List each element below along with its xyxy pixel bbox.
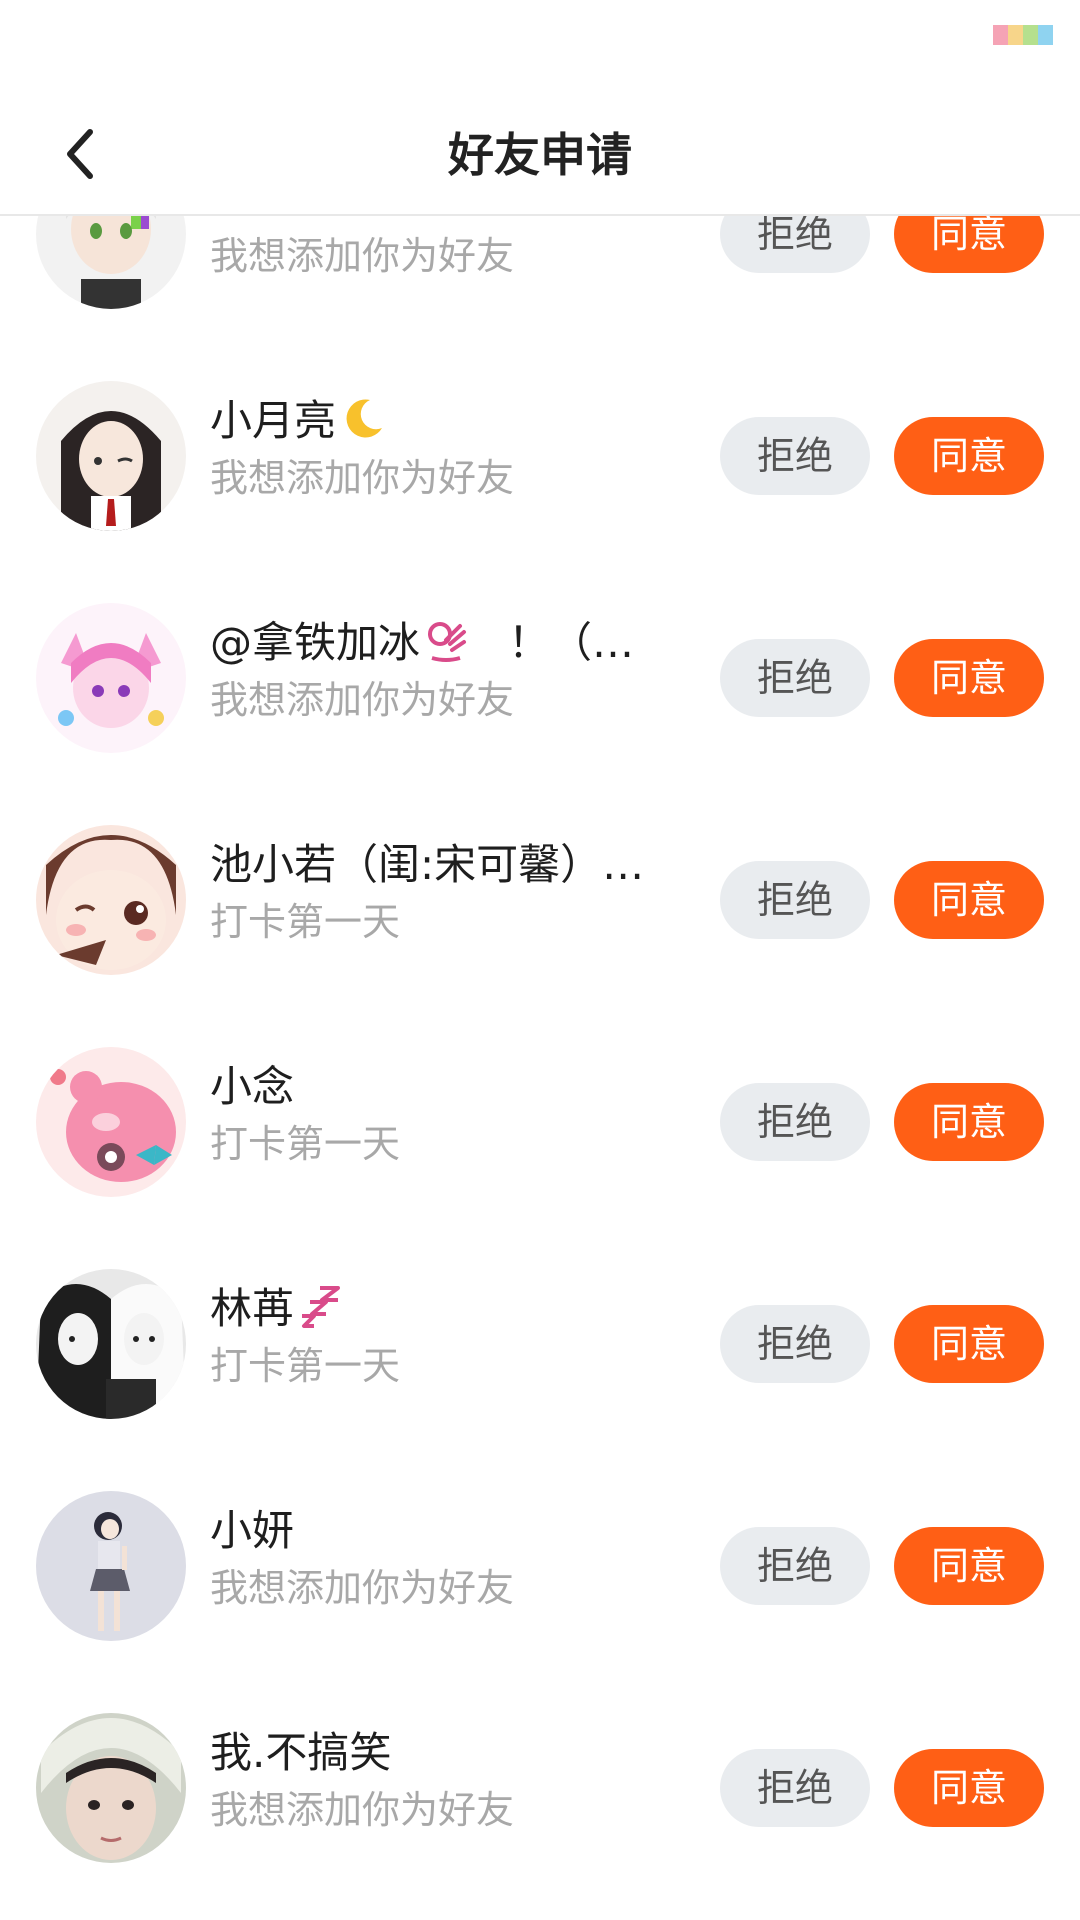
request-name: 池小若（闺:宋可馨）… (210, 840, 645, 889)
list-item: 林苒 打卡第一天 拒绝 同意 (0, 1233, 1080, 1455)
reject-button[interactable]: 拒绝 (720, 861, 870, 939)
request-message: 我想添加你为好友 (210, 1566, 515, 1610)
accept-button[interactable]: 同意 (894, 1083, 1044, 1161)
reject-button[interactable]: 拒绝 (720, 639, 870, 717)
reject-button[interactable]: 拒绝 (720, 1305, 870, 1383)
list-item: 小妍 我想添加你为好友 拒绝 同意 (0, 1455, 1080, 1677)
zzz-icon (298, 1284, 344, 1340)
request-message: 打卡第一天 (210, 1344, 401, 1388)
accept-button[interactable]: 同意 (894, 417, 1044, 495)
request-name: 小月亮 (210, 387, 680, 452)
request-name: 小妍 (210, 1506, 295, 1555)
header: 好友申请 (0, 96, 1080, 216)
avatar[interactable] (36, 1269, 186, 1419)
reject-button[interactable]: 拒绝 (720, 1527, 870, 1605)
list-item: 我.不搞笑 我想添加你为好友 拒绝 同意 (0, 1677, 1080, 1899)
list-item: @拿铁加冰 ！（… 我想添加你为好友 拒绝 同意 (0, 567, 1080, 789)
list-item: 小念 打卡第一天 拒绝 同意 (0, 1011, 1080, 1233)
request-message: 我想添加你为好友 (210, 1788, 515, 1832)
request-message: 我想添加你为好友 (210, 678, 515, 722)
accept-button[interactable]: 同意 (894, 639, 1044, 717)
avatar[interactable] (36, 1047, 186, 1197)
avatar[interactable] (36, 1491, 186, 1641)
list-item: 小月亮 我想添加你为好友 拒绝 同意 (0, 345, 1080, 567)
reject-button[interactable]: 拒绝 (720, 1749, 870, 1827)
avatar[interactable] (36, 825, 186, 975)
request-message: 打卡第一天 (210, 1122, 401, 1166)
avatar[interactable] (36, 381, 186, 531)
request-name: @拿铁加冰 ！（… (210, 609, 680, 674)
page-title: 好友申请 (448, 128, 632, 182)
request-name: 林苒 (210, 1275, 680, 1340)
accept-button[interactable]: 同意 (894, 861, 1044, 939)
request-message: 打卡第一天 (210, 900, 401, 944)
avatar[interactable] (36, 1713, 186, 1863)
avatar[interactable] (36, 603, 186, 753)
friend-request-list: 我想添加你为好友 拒绝 同意 小月亮 我想添加你为好友 拒绝 同意 @拿铁加冰 … (0, 0, 1080, 1920)
accept-button[interactable]: 同意 (894, 1749, 1044, 1827)
list-item: 池小若（闺:宋可馨）… 打卡第一天 拒绝 同意 (0, 789, 1080, 1011)
ok-hand-icon (424, 618, 468, 674)
crescent-moon-icon (340, 396, 386, 452)
request-name: 小念 (210, 1062, 295, 1111)
request-message: 我想添加你为好友 (210, 456, 515, 500)
request-message: 我想添加你为好友 (210, 234, 515, 278)
reject-button[interactable]: 拒绝 (720, 417, 870, 495)
reject-button[interactable]: 拒绝 (720, 1083, 870, 1161)
accept-button[interactable]: 同意 (894, 1527, 1044, 1605)
accept-button[interactable]: 同意 (894, 1305, 1044, 1383)
request-name: 我.不搞笑 (210, 1728, 392, 1777)
